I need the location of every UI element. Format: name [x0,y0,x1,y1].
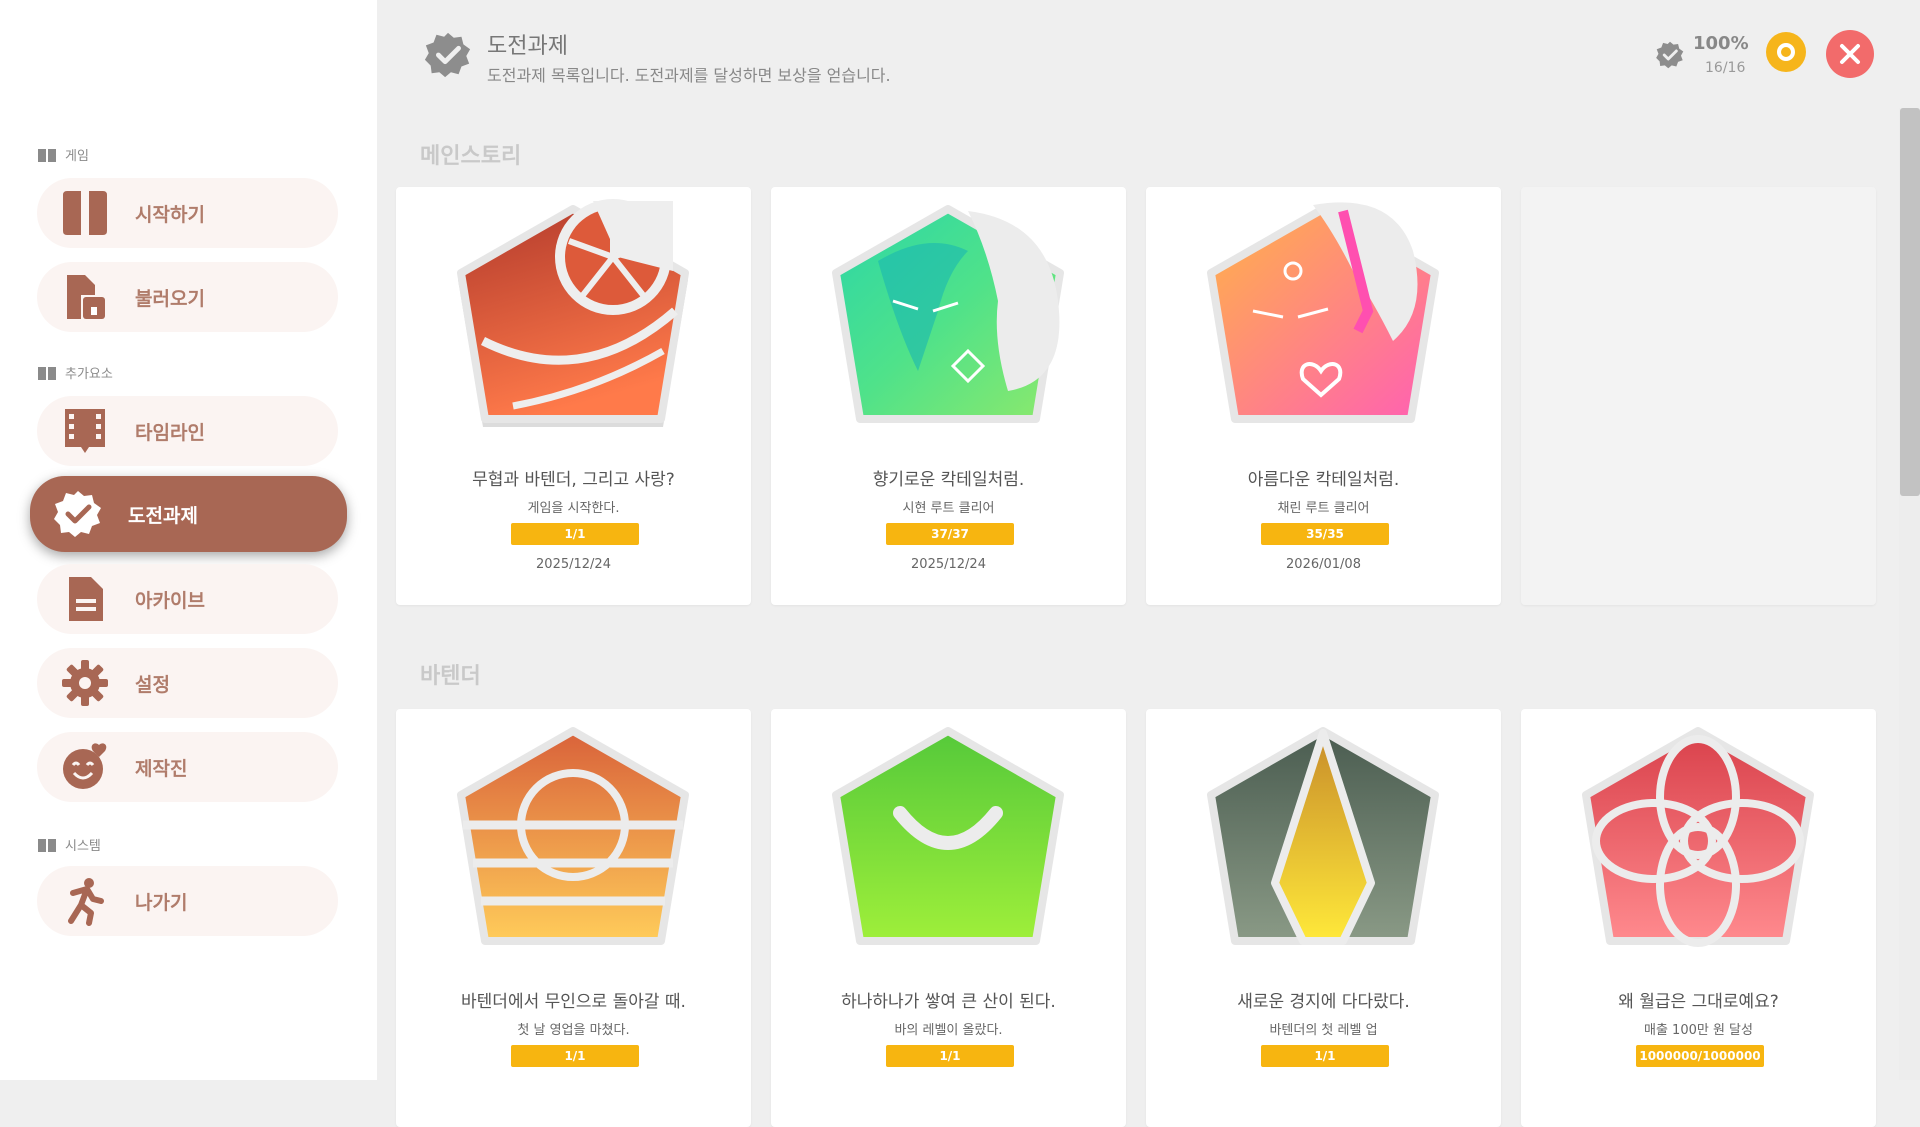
sidebar-item-label: 제작진 [135,757,188,780]
badge-check-icon [50,486,106,542]
close-button[interactable] [1826,30,1874,78]
sidebar-item-label: 나가기 [135,891,188,914]
close-icon [1840,44,1860,64]
achievement-title: 향기로운 칵테일처럼. [872,470,1025,490]
coin-button[interactable] [1766,32,1806,72]
achievement-title: 하나하나가 쌓여 큰 산이 된다. [841,992,1056,1012]
achievement-title: 아름다운 칵테일처럼. [1247,470,1400,490]
sidebar-item-start[interactable]: 시작하기 [37,178,338,248]
scrollbar-thumb[interactable] [1900,108,1920,496]
book-icon [57,185,113,241]
achievement-date: 2026/01/08 [1286,557,1361,572]
completion-percent: 100% [1693,33,1749,54]
achievement-progress: 35/35 [1261,523,1389,545]
sidebar-item-exit[interactable]: 나가기 [37,866,338,936]
achievement-progress: 1000000/1000000 [1636,1045,1764,1067]
achievement-date: 2025/12/24 [536,557,611,572]
achievement-progress: 1/1 [886,1045,1014,1067]
sidebar-item-label: 설정 [135,673,170,696]
achievement-desc: 바텐더의 첫 레벨 업 [1269,1023,1378,1038]
sidebar-item-label: 아카이브 [135,589,205,612]
achievement-card[interactable]: 바텐더에서 무인으로 돌아갈 때. 첫 날 영업을 마쳤다. 1/1 [396,709,751,1127]
main-content: 도전과제 도전과제 목록입니다. 도전과제를 달성하면 보상을 얻습니다. 10… [377,0,1920,1127]
badge-check-icon [1656,41,1684,69]
page-subtitle: 도전과제 목록입니다. 도전과제를 달성하면 보상을 얻습니다. [487,66,891,85]
film-icon [57,403,113,459]
achievement-title: 왜 월급은 그대로예요? [1618,992,1779,1012]
achievement-progress: 1/1 [1261,1045,1389,1067]
book-icon [38,366,56,380]
sidebar-item-settings[interactable]: 설정 [37,648,338,718]
sidebar: 게임 시작하기 불러오기 추가요소 타임라인 도전과제 아카이브 설정 제작진 … [0,0,377,1080]
section-label: 게임 [65,149,89,164]
achievement-desc: 시현 루트 클리어 [902,501,995,516]
achievement-card[interactable]: 새로운 경지에 다다랐다. 바텐더의 첫 레벨 업 1/1 [1146,709,1501,1127]
completion-count: 16/16 [1705,60,1746,76]
sidebar-item-label: 타임라인 [135,421,205,444]
achievement-desc: 첫 날 영업을 마쳤다. [517,1023,630,1038]
face-heart-icon [57,739,113,795]
section-extras: 추가요소 [37,363,113,382]
sunset-icon [457,727,689,945]
sidebar-item-timeline[interactable]: 타임라인 [37,396,338,466]
badge-check-icon [424,32,471,78]
sidebar-item-load[interactable]: 불러오기 [37,262,338,332]
achievement-card[interactable]: 무협과 바텐더, 그리고 사랑? 게임을 시작한다. 1/1 2025/12/2… [396,187,751,605]
section-label: 추가요소 [65,367,113,382]
gem-icon [1207,727,1439,945]
section-game: 게임 [37,145,89,164]
gear-icon [57,655,113,711]
section-system: 시스템 [37,835,101,854]
achievement-card[interactable]: 하나하나가 쌓여 큰 산이 된다. 바의 레벨이 올랐다. 1/1 [771,709,1126,1127]
book-icon [38,148,56,162]
running-person-icon [57,873,113,929]
achievement-desc: 매출 100만 원 달성 [1644,1023,1753,1038]
achievement-date: 2025/12/24 [911,557,986,572]
orange-slice-icon [457,199,689,427]
sidebar-item-label: 불러오기 [135,287,205,310]
group-title: 메인스토리 [420,144,522,169]
load-file-icon [57,269,113,325]
page-title: 도전과제 [487,34,568,59]
achievement-progress: 1/1 [511,523,639,545]
achievement-progress: 37/37 [886,523,1014,545]
document-icon [57,571,113,627]
achievement-desc: 게임을 시작한다. [527,501,620,516]
smile-icon [832,727,1064,945]
character-portrait-icon [1207,202,1439,423]
sidebar-item-archive[interactable]: 아카이브 [37,564,338,634]
achievement-title: 바텐더에서 무인으로 돌아갈 때. [461,992,686,1012]
flower-icon [1582,727,1814,947]
achievement-card-empty [1521,187,1876,605]
achievement-title: 무협과 바텐더, 그리고 사랑? [472,470,675,490]
achievement-card[interactable]: 향기로운 칵테일처럼. 시현 루트 클리어 37/37 2025/12/24 [771,187,1126,605]
achievement-card[interactable]: 왜 월급은 그대로예요? 매출 100만 원 달성 1000000/100000… [1521,709,1876,1127]
achievement-desc: 바의 레벨이 올랐다. [894,1023,1003,1038]
achievement-progress: 1/1 [511,1045,639,1067]
character-portrait-icon [832,205,1064,423]
sidebar-item-label: 시작하기 [135,203,205,226]
achievement-card[interactable]: 아름다운 칵테일처럼. 채린 루트 클리어 35/35 2026/01/08 [1146,187,1501,605]
sidebar-item-achievements[interactable]: 도전과제 [30,476,347,552]
achievement-desc: 채린 루트 클리어 [1277,501,1370,516]
achievement-title: 새로운 경지에 다다랐다. [1237,992,1410,1012]
sidebar-item-label: 도전과제 [128,504,198,527]
section-label: 시스템 [65,839,101,854]
group-title: 바텐더 [420,664,481,689]
coin-icon [1777,43,1795,61]
book-icon [38,838,56,852]
sidebar-item-credits[interactable]: 제작진 [37,732,338,802]
